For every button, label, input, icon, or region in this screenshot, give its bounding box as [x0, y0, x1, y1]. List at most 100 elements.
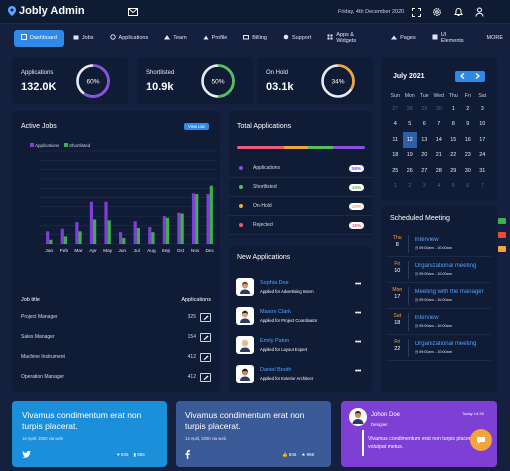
calendar-day[interactable]: 3	[475, 101, 490, 117]
side-widget-orange[interactable]	[498, 246, 506, 252]
nav-item-billing[interactable]: Billing	[236, 30, 274, 47]
calendar-day[interactable]: 24	[475, 148, 490, 164]
applicant-name[interactable]: Mason Clark	[260, 309, 291, 315]
nav-item-pages[interactable]: Pages	[384, 30, 423, 47]
nav-item-applications[interactable]: Applications	[103, 30, 156, 47]
calendar-day[interactable]: 5	[446, 179, 461, 195]
calendar-day[interactable]: 7	[475, 179, 490, 195]
calendar-day[interactable]: 30	[432, 101, 447, 117]
nav-item-jobs[interactable]: Jobs	[66, 30, 101, 47]
edit-icon[interactable]	[200, 352, 211, 362]
user-account-icon[interactable]	[473, 6, 485, 18]
calendar-day[interactable]: 7	[432, 117, 447, 133]
calendar-day[interactable]: 14	[432, 132, 447, 148]
more-options-icon[interactable]: •••	[355, 339, 361, 346]
calendar-day[interactable]: 27	[417, 163, 432, 179]
edit-icon[interactable]	[200, 312, 211, 322]
applicant-name[interactable]: Sophia Doe	[260, 280, 289, 286]
calendar-day[interactable]: 13	[417, 132, 432, 148]
settings-icon[interactable]	[431, 6, 443, 18]
prev-month-icon[interactable]	[460, 72, 465, 81]
facebook-icon[interactable]	[185, 450, 190, 461]
bell-icon[interactable]	[452, 6, 464, 18]
calendar-day[interactable]: 15	[446, 132, 461, 148]
nav-item-more[interactable]: MORE	[480, 30, 510, 47]
calendar-day[interactable]: 1	[388, 179, 403, 195]
calendar-day[interactable]: 23	[461, 148, 476, 164]
calendar-day[interactable]: 17	[475, 132, 490, 148]
side-widget-green[interactable]	[498, 218, 506, 224]
meeting-item[interactable]: Fri 10 Organizational meeting ◷ 09:00am - 1…	[387, 257, 491, 283]
nav-item-profile[interactable]: Profile	[196, 30, 235, 47]
meeting-item[interactable]: Sat 18 Interview ◷ 09:00am - 10:00am	[387, 309, 491, 335]
calendar-day[interactable]: 31	[475, 163, 490, 179]
chat-fab-button[interactable]	[470, 429, 492, 451]
calendar-day[interactable]: 12	[402, 132, 417, 148]
calendar-day[interactable]: 27	[388, 101, 403, 117]
table-row[interactable]: Project Manager 325	[21, 310, 211, 324]
like-count[interactable]: 👍 845	[282, 452, 296, 458]
table-row[interactable]: Machine Instrument 412	[21, 350, 211, 364]
more-options-icon[interactable]: •••	[355, 310, 361, 317]
bar-shortlisted-dec	[209, 185, 213, 244]
mail-icon[interactable]	[126, 6, 139, 17]
main-nav: Dashboard Jobs Applications Team Profile Bill…	[0, 26, 510, 50]
table-row[interactable]: Operation Manager 412	[21, 370, 211, 384]
bar-shortlisted-jan	[49, 239, 53, 244]
calendar-day[interactable]: 30	[461, 163, 476, 179]
app-logo[interactable]: Jobly Admin	[8, 5, 85, 17]
edit-icon[interactable]	[200, 332, 211, 342]
calendar-day[interactable]: 28	[403, 101, 418, 117]
calendar-day[interactable]: 26	[403, 163, 418, 179]
calendar-day[interactable]: 2	[461, 101, 476, 117]
calendar-day[interactable]: 10	[475, 117, 490, 133]
calendar-day[interactable]: 8	[446, 117, 461, 133]
applicant-name[interactable]: Daniel Booth	[260, 367, 292, 373]
more-options-icon[interactable]: •••	[355, 281, 361, 288]
weekday-wed: Wed	[433, 93, 445, 99]
calendar-day[interactable]: 11	[388, 132, 403, 148]
calendar-day[interactable]: 1	[446, 101, 461, 117]
calendar-day[interactable]: 16	[461, 132, 476, 148]
next-month-icon[interactable]	[475, 72, 480, 81]
side-widget-red[interactable]	[498, 232, 506, 238]
meeting-item[interactable]: Mon 17 Meeting with the manager ◷ 09:00am -…	[387, 283, 491, 309]
nav-item-dashboard[interactable]: Dashboard	[14, 29, 64, 47]
applicant-name[interactable]: Emily Paton	[260, 338, 289, 344]
application-status-row: Shortlisted 40%	[229, 178, 372, 197]
nav-item-apps-widgets[interactable]: Apps & Widgets	[320, 30, 382, 47]
nav-item-support[interactable]: Support	[276, 30, 318, 47]
calendar-day[interactable]: 29	[417, 101, 432, 117]
like-count[interactable]: ♥ 845	[117, 452, 128, 458]
meeting-item[interactable]: Thu 8 Interview ◷ 09:00am - 10:00am	[387, 231, 491, 257]
calendar-day[interactable]: 19	[403, 148, 418, 164]
calendar-day[interactable]: 3	[417, 179, 432, 195]
calendar-grid: Sun Mon Tue Wed Thu Fri Sat 27 28 29 30 1 2 3 4 5 6 7 8 9 10…	[388, 91, 490, 194]
calendar-day[interactable]: 28	[432, 163, 447, 179]
table-row[interactable]: Sales Manager 154	[21, 330, 211, 344]
calendar-day[interactable]: 29	[446, 163, 461, 179]
calendar-day[interactable]: 22	[446, 148, 461, 164]
calendar-day[interactable]: 4	[432, 179, 447, 195]
calendar-day[interactable]: 6	[461, 179, 476, 195]
calendar-day[interactable]: 18	[388, 148, 403, 164]
edit-icon[interactable]	[200, 372, 211, 382]
share-count[interactable]: ★ 956	[301, 452, 314, 458]
calendar-day[interactable]: 6	[417, 117, 432, 133]
meeting-item[interactable]: Fri 22 Organizational meeting ◷ 09:00am - 1…	[387, 335, 491, 361]
calendar-day[interactable]: 20	[417, 148, 432, 164]
view-list-button[interactable]: View List	[184, 123, 209, 130]
fullscreen-icon[interactable]	[410, 6, 422, 18]
weekday-thu: Thu	[448, 93, 458, 99]
share-count[interactable]: ▮ 956	[133, 452, 144, 458]
calendar-day[interactable]: 25	[388, 163, 403, 179]
nav-item-ui-elements[interactable]: UI Elements	[425, 30, 478, 47]
calendar-day[interactable]: 2	[403, 179, 418, 195]
twitter-icon[interactable]	[22, 450, 31, 460]
calendar-day[interactable]: 9	[461, 117, 476, 133]
nav-item-team[interactable]: Team	[157, 30, 193, 47]
more-options-icon[interactable]: •••	[355, 368, 361, 375]
calendar-day[interactable]: 21	[432, 148, 447, 164]
calendar-day[interactable]: 5	[403, 117, 418, 133]
calendar-day[interactable]: 4	[388, 117, 403, 133]
